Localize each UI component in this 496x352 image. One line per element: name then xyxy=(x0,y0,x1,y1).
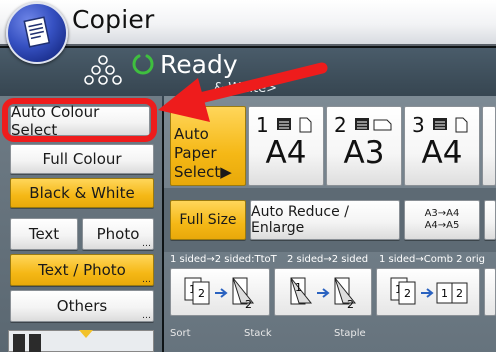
tray-paper-size: A4 xyxy=(265,135,307,171)
preset-ratio-button[interactable]: A3→A4 A4→A5 xyxy=(404,200,480,240)
app-title: Copier xyxy=(72,5,155,34)
svg-text:2: 2 xyxy=(404,287,411,300)
red-pointer-arrow-icon xyxy=(158,62,328,122)
full-colour-button[interactable]: Full Colour xyxy=(10,144,154,174)
tray-number: 2 xyxy=(334,113,347,137)
auto-reduce-enlarge-button[interactable]: Auto Reduce / Enlarge xyxy=(250,200,400,240)
svg-text:2: 2 xyxy=(245,298,252,311)
staple-label: Staple xyxy=(334,328,366,339)
svg-text:1: 1 xyxy=(441,287,448,300)
density-segment xyxy=(13,334,25,352)
tray-paper-size: A3 xyxy=(343,135,385,171)
tray-paper-size: A4 xyxy=(421,135,463,171)
duplex-more-button[interactable] xyxy=(484,268,496,316)
sort-label: Sort xyxy=(170,328,191,339)
tray-paper-icon xyxy=(355,118,392,131)
text-photo-label: Text / Photo xyxy=(38,261,126,279)
preset-ratio-line1: A3→A4 xyxy=(424,208,460,219)
more-options-icon: … xyxy=(142,311,151,321)
duplex-2to2-icon: 1 2 xyxy=(290,277,357,311)
black-white-button[interactable]: Black & White xyxy=(10,178,154,208)
preset-ratio-line2: A4→A5 xyxy=(424,220,460,231)
more-options-icon: … xyxy=(142,275,151,285)
full-size-button[interactable]: Full Size xyxy=(170,200,246,240)
more-options-icon: … xyxy=(142,239,151,249)
black-white-label: Black & White xyxy=(29,184,135,202)
text-photo-button[interactable]: Text / Photo … xyxy=(10,254,154,286)
density-segment xyxy=(29,334,41,352)
others-label: Others xyxy=(56,297,108,315)
auto-paper-label-line2: Select▶ xyxy=(174,163,232,181)
duplex-1to2-ttot-button[interactable]: 1 2 2 xyxy=(170,268,270,316)
reduce-enlarge-more-button[interactable] xyxy=(484,200,496,240)
full-colour-label: Full Colour xyxy=(42,150,122,168)
paper-tray-2-button[interactable]: 2 A3 xyxy=(326,106,402,186)
duplex-label-2: 2 sided→2 sided xyxy=(287,254,369,265)
photo-button[interactable]: Photo … xyxy=(82,218,154,250)
tray-number: 3 xyxy=(412,113,425,137)
duplex-label-1: 1 sided→2 sided:TtoT xyxy=(170,254,277,265)
tray-paper-icon xyxy=(433,117,468,133)
highlight-ring xyxy=(2,98,157,142)
duplex-1to2-icon: 1 2 2 xyxy=(184,277,255,311)
text-button[interactable]: Text xyxy=(10,218,78,250)
density-slider[interactable] xyxy=(8,330,154,352)
svg-text:2: 2 xyxy=(347,298,354,311)
photo-label: Photo xyxy=(96,225,140,243)
svg-text:1: 1 xyxy=(295,281,302,294)
full-size-label: Full Size xyxy=(179,212,237,228)
text-label: Text xyxy=(28,225,60,243)
duplex-label-3: 1 sided→Comb 2 orig xyxy=(379,254,486,265)
combine-icon: 1 2 12 xyxy=(390,277,468,305)
density-marker-icon xyxy=(79,330,93,338)
paper-tray-4-button[interactable] xyxy=(482,106,496,186)
others-button[interactable]: Others … xyxy=(10,290,154,322)
paper-tray-3-button[interactable]: 3 A4 xyxy=(404,106,480,186)
toner-status-icon[interactable] xyxy=(84,54,122,86)
auto-reduce-enlarge-label: Auto Reduce / Enlarge xyxy=(251,204,349,236)
svg-text:2: 2 xyxy=(198,287,205,300)
copier-logo-icon xyxy=(6,2,68,64)
duplex-2to2-button[interactable]: 1 2 xyxy=(274,268,372,316)
svg-text:2: 2 xyxy=(456,287,463,300)
stack-label: Stack xyxy=(244,328,272,339)
duplex-1-to-comb2-button[interactable]: 1 2 12 xyxy=(376,268,480,316)
